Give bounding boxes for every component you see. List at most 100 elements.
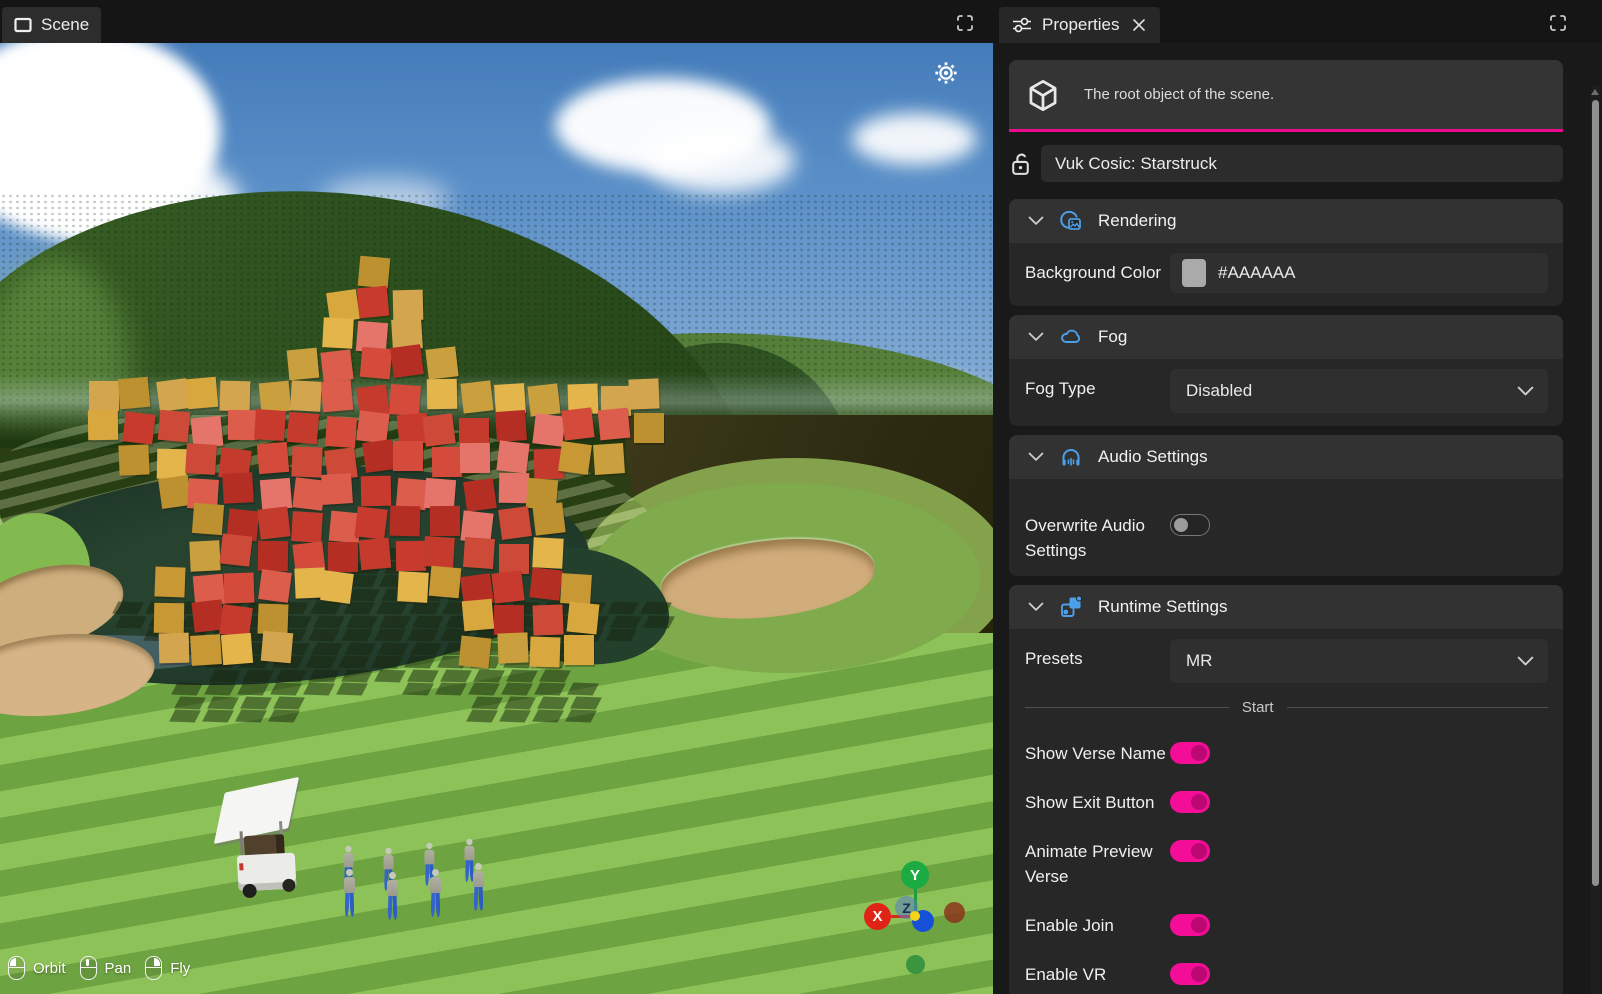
property-row: Enable Join xyxy=(1025,913,1548,938)
sticky-note-square xyxy=(156,378,190,412)
sticky-note-square xyxy=(321,380,354,413)
sticky-note-square xyxy=(89,381,119,411)
toggle-overwrite-audio-settings[interactable] xyxy=(1170,514,1210,536)
sticky-note-square xyxy=(495,410,527,442)
sticky-note-square xyxy=(491,570,524,603)
person-figure[interactable] xyxy=(384,872,400,926)
toggle-show-verse-name[interactable] xyxy=(1170,742,1210,764)
gear-icon[interactable] xyxy=(933,60,959,86)
person-figure[interactable] xyxy=(470,863,486,917)
person-figure[interactable] xyxy=(341,869,357,923)
sticky-note-square xyxy=(360,346,392,378)
select-presets[interactable]: MR xyxy=(1170,639,1548,683)
property-label: Show Exit Button xyxy=(1025,790,1170,815)
cart-wheel xyxy=(242,884,257,899)
select-fog-type[interactable]: Disabled xyxy=(1170,369,1548,413)
toggle-show-exit-button[interactable] xyxy=(1170,791,1210,813)
sticky-note-square xyxy=(597,408,630,441)
star-shadow-square xyxy=(532,710,564,723)
sticky-note-square xyxy=(219,534,252,567)
sticky-note-square xyxy=(497,441,530,474)
neg-x-ball[interactable] xyxy=(944,902,965,923)
sticky-note-square xyxy=(322,317,354,349)
section-header-audio[interactable]: Audio Settings xyxy=(1009,435,1563,479)
golf-cart[interactable] xyxy=(215,778,316,903)
scene-name-input[interactable] xyxy=(1041,145,1563,182)
control-hint-pan: Pan xyxy=(80,956,132,980)
scene-tab-label: Scene xyxy=(41,15,89,35)
property-label: Overwrite Audio Settings xyxy=(1025,513,1170,563)
scrollbar-up-arrow[interactable] xyxy=(1591,89,1599,95)
property-label: Fog Type xyxy=(1025,369,1170,401)
toggle-enable-vr[interactable] xyxy=(1170,963,1210,985)
star-shadow-square xyxy=(565,710,597,723)
sticky-note-square xyxy=(157,448,188,479)
star-shadow-square xyxy=(235,710,267,723)
sticky-note-square xyxy=(462,599,495,632)
x-axis-ball[interactable]: X xyxy=(864,903,891,930)
sticky-note-square xyxy=(427,378,458,409)
y-axis-ball[interactable]: Y xyxy=(901,861,929,889)
sticky-note-square xyxy=(429,566,462,599)
sticky-note-square xyxy=(259,380,292,413)
sticky-note-square xyxy=(390,344,424,378)
chevron-down-icon xyxy=(1028,602,1044,612)
sticky-note-square xyxy=(357,286,390,319)
fullscreen-icon[interactable] xyxy=(1548,13,1568,33)
sticky-note-square xyxy=(189,540,220,571)
sticky-note-square xyxy=(291,511,323,543)
sticky-note-square xyxy=(397,571,429,603)
section-header-fog[interactable]: Fog xyxy=(1009,315,1563,359)
property-row: Enable VR xyxy=(1025,962,1548,987)
mouse-controls-hint: Orbit Pan Fly xyxy=(8,956,190,980)
fullscreen-icon[interactable] xyxy=(955,13,975,33)
toggle-enable-join[interactable] xyxy=(1170,914,1210,936)
sliders-icon xyxy=(1011,16,1033,34)
tab-properties[interactable]: Properties xyxy=(999,7,1160,43)
sticky-note-star[interactable] xyxy=(88,256,698,696)
root-description: The root object of the scene. xyxy=(1084,86,1274,103)
cart-taillight xyxy=(239,863,243,870)
tab-scene[interactable]: Scene xyxy=(2,7,101,43)
sticky-note-square xyxy=(291,447,322,478)
runtime-icon xyxy=(1059,595,1083,619)
property-row: Overwrite Audio Settings xyxy=(1025,513,1548,563)
neg-y-ball[interactable] xyxy=(906,955,925,974)
star-shadow-square xyxy=(570,696,602,709)
scrollbar-thumb[interactable] xyxy=(1592,100,1599,886)
gizmo-center xyxy=(910,911,920,921)
sticky-note-square xyxy=(325,416,357,448)
sticky-note-square xyxy=(460,381,493,414)
property-label: Presets xyxy=(1025,639,1170,671)
panel-scrollbar[interactable] xyxy=(1591,86,1600,994)
property-row: Show Verse Name xyxy=(1025,741,1548,766)
cloud-icon xyxy=(1059,325,1083,349)
sticky-note-square xyxy=(532,503,565,536)
section-body-audio: Overwrite Audio Settings xyxy=(1009,479,1563,576)
axis-gizmo[interactable]: Z Y X xyxy=(840,858,990,988)
mouse-middle-icon xyxy=(80,956,97,980)
scene-viewport[interactable]: Z Y X OrbitPa xyxy=(0,43,993,994)
unlock-icon[interactable] xyxy=(1009,151,1032,177)
person-figure[interactable] xyxy=(427,869,443,923)
sticky-note-square xyxy=(494,605,524,635)
section-header-runtime[interactable]: Runtime Settings xyxy=(1009,585,1563,629)
root-object-card: The root object of the scene. xyxy=(1009,60,1563,132)
control-hint-orbit: Orbit xyxy=(8,956,66,980)
section-body-rendering: Background Color#AAAAAA xyxy=(1009,243,1563,306)
toggle-animate-preview-verse[interactable] xyxy=(1170,840,1210,862)
section-body-fog: Fog TypeDisabled xyxy=(1009,359,1563,426)
control-hint-label: Fly xyxy=(170,960,190,977)
sticky-note-square xyxy=(528,383,561,416)
property-label: Animate Preview Verse xyxy=(1025,839,1170,889)
chevron-down-icon xyxy=(1028,332,1044,342)
sticky-note-square xyxy=(257,507,290,540)
sticky-note-square xyxy=(460,443,490,473)
sticky-note-square xyxy=(628,378,659,409)
color-input[interactable]: #AAAAAA xyxy=(1170,253,1548,293)
sticky-note-square xyxy=(463,478,497,512)
section-header-rendering[interactable]: Rendering xyxy=(1009,199,1563,243)
close-icon[interactable] xyxy=(1132,17,1148,33)
name-row xyxy=(1009,145,1563,182)
sticky-note-square xyxy=(463,537,495,569)
